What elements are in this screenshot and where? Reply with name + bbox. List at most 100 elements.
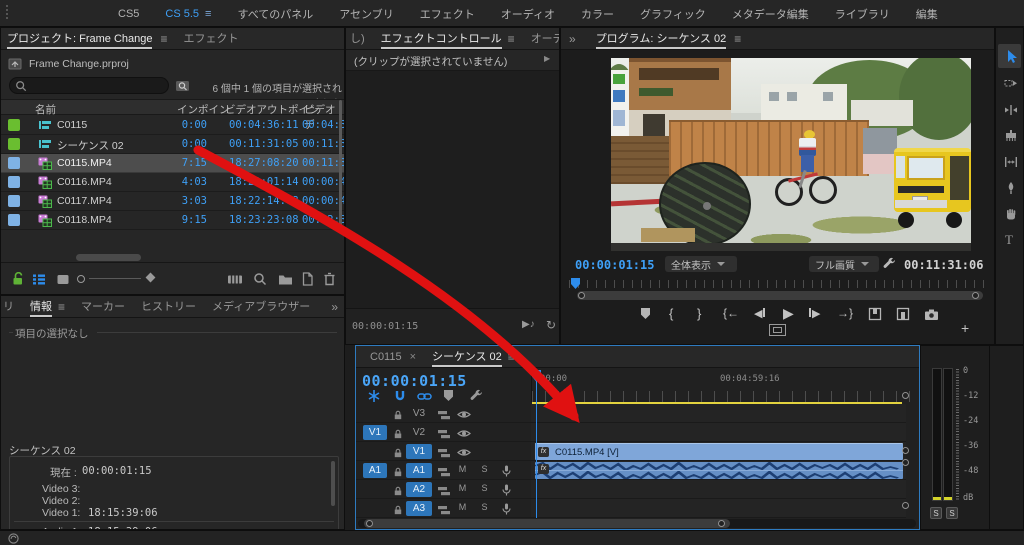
workspace-tab-metadata[interactable]: メタデータ編集: [732, 6, 809, 22]
workspace-tab-effects[interactable]: エフェクト: [420, 6, 475, 22]
lock-icon[interactable]: [390, 502, 406, 518]
lock-icon[interactable]: [390, 483, 406, 499]
item-name[interactable]: シーケンス 02: [57, 138, 124, 153]
workspace-tab-color[interactable]: カラー: [581, 6, 614, 22]
linked-selection-icon[interactable]: [416, 388, 432, 404]
label-color-swatch[interactable]: [8, 176, 20, 188]
workspace-tab-graphics[interactable]: グラフィック: [640, 6, 706, 22]
track-name-a1[interactable]: A1: [406, 463, 432, 478]
find-button-icon[interactable]: [252, 271, 268, 287]
track-select-forward-tool-icon[interactable]: [1003, 75, 1019, 91]
tab-project[interactable]: プロジェクト: Frame Change: [7, 28, 152, 50]
project-vscrollbar[interactable]: [339, 100, 342, 230]
project-row-sequence-02[interactable]: シーケンス 02 0:00 00:11:31:05 00:11:31:0: [1, 135, 344, 154]
track-resize-handle[interactable]: [902, 447, 909, 454]
workspace-tab-assembly[interactable]: アセンブリ: [339, 6, 393, 22]
track-header-a2[interactable]: A2 M S: [356, 480, 531, 499]
panel-menu-icon[interactable]: ≡: [734, 28, 741, 50]
workspace-tab-libraries[interactable]: ライブラリ: [835, 6, 890, 22]
program-time-ruler[interactable]: [569, 280, 989, 288]
track-name-v1[interactable]: V1: [406, 444, 432, 459]
tab-audio-clipped[interactable]: オーデ: [531, 28, 559, 50]
loop-icon[interactable]: ↻: [546, 318, 556, 332]
add-marker-icon[interactable]: [641, 308, 650, 319]
panel-menu-icon[interactable]: ≡: [508, 346, 515, 368]
label-color-swatch[interactable]: [8, 119, 20, 131]
solo-button[interactable]: S: [478, 501, 491, 514]
mark-in-icon[interactable]: {: [669, 306, 673, 321]
scroll-handle-left[interactable]: [366, 520, 373, 527]
timeline-marker-icon[interactable]: [444, 390, 453, 401]
info-vscrollbar[interactable]: [331, 461, 335, 506]
panel-menu-icon[interactable]: ≡: [58, 296, 65, 318]
source-patch-v1[interactable]: V1: [363, 425, 387, 440]
track-lane-v1[interactable]: fx C0115.MP4 [V]: [531, 442, 906, 461]
item-name[interactable]: C0118.MP4: [57, 214, 112, 226]
mute-button[interactable]: M: [456, 482, 469, 495]
track-output-eye-icon[interactable]: [456, 406, 472, 422]
tab-program[interactable]: プログラム: シーケンス 02: [596, 28, 727, 50]
solo-button[interactable]: S: [478, 463, 491, 476]
export-frame-icon[interactable]: [923, 306, 939, 322]
lift-icon[interactable]: [867, 306, 883, 322]
video-clip-c0115[interactable]: fx C0115.MP4 [V]: [535, 443, 903, 460]
track-header-v2[interactable]: V1 V2: [356, 423, 531, 442]
tab-markers[interactable]: マーカー: [81, 296, 125, 318]
snap-magnet-icon[interactable]: [392, 388, 408, 404]
item-name[interactable]: C0116.MP4: [57, 176, 112, 188]
track-name-a2[interactable]: A2: [406, 482, 432, 497]
column-in-point[interactable]: インポイン: [177, 102, 230, 117]
item-name[interactable]: C0115.MP4: [57, 157, 112, 169]
voiceover-mic-icon[interactable]: [498, 482, 514, 498]
program-current-timecode[interactable]: 00:00:01:15: [575, 258, 654, 272]
panel-overflow-icon[interactable]: »: [331, 296, 338, 318]
program-scrollbar[interactable]: [577, 291, 983, 300]
tab-info[interactable]: 情報: [30, 296, 52, 318]
effects-timecode[interactable]: 00:00:01:15: [352, 321, 418, 332]
lock-icon[interactable]: [390, 445, 406, 461]
project-writable-icon[interactable]: [9, 271, 25, 287]
extract-icon[interactable]: [895, 306, 911, 322]
add-button-icon[interactable]: +: [961, 320, 969, 336]
timeline-hscrollbar[interactable]: [358, 519, 916, 528]
track-name-v2[interactable]: V2: [406, 425, 432, 440]
sync-lock-icon[interactable]: [436, 502, 452, 518]
project-row-c0117mp4[interactable]: C0117.MP4 3:03 18:22:14:08 00:00:41:0: [1, 192, 344, 211]
solo-button[interactable]: S: [478, 482, 491, 495]
new-bin-icon[interactable]: [277, 271, 293, 287]
track-header-v3[interactable]: V3: [356, 404, 531, 423]
lock-icon[interactable]: [390, 464, 406, 480]
mute-button[interactable]: M: [456, 463, 469, 476]
step-forward-icon[interactable]: ▶: [809, 307, 820, 320]
sync-lock-icon[interactable]: [436, 426, 452, 442]
panel-menu-icon[interactable]: ≡: [160, 28, 167, 50]
sync-lock-icon[interactable]: [436, 445, 452, 461]
play-button-icon[interactable]: ▶: [783, 305, 794, 322]
delete-icon[interactable]: [321, 271, 337, 287]
track-header-a1[interactable]: A1 A1 M S: [356, 461, 531, 480]
search-box[interactable]: [9, 77, 169, 94]
project-file-name[interactable]: Frame Change.prproj: [29, 58, 129, 70]
selection-tool-icon[interactable]: [1003, 48, 1019, 64]
tab-timeline-c0115[interactable]: C0115×: [370, 346, 416, 368]
close-icon[interactable]: ×: [410, 346, 416, 368]
track-lane-a2[interactable]: [531, 480, 906, 499]
track-lane-a3[interactable]: [531, 499, 906, 518]
go-to-out-icon[interactable]: →}: [837, 306, 853, 320]
type-tool-icon[interactable]: T: [1005, 232, 1013, 248]
timeline-settings-wrench-icon[interactable]: [468, 388, 484, 404]
workspace-tab-cs5[interactable]: CS5: [118, 8, 139, 20]
label-color-swatch[interactable]: [8, 138, 20, 150]
solo-right-button[interactable]: S: [946, 507, 958, 519]
label-color-swatch[interactable]: [8, 157, 20, 169]
sync-lock-icon[interactable]: [436, 483, 452, 499]
list-view-icon[interactable]: [31, 271, 47, 287]
play-audio-icon[interactable]: ▶♪: [522, 319, 535, 330]
sync-lock-icon[interactable]: [436, 464, 452, 480]
track-resize-handle[interactable]: [902, 459, 909, 466]
track-header-v1[interactable]: V1: [356, 442, 531, 461]
scroll-handle-left[interactable]: [578, 292, 585, 299]
lock-icon[interactable]: [390, 426, 406, 442]
settings-wrench-icon[interactable]: [881, 256, 897, 272]
workspace-tab-all-panels[interactable]: すべてのパネル: [237, 6, 313, 22]
